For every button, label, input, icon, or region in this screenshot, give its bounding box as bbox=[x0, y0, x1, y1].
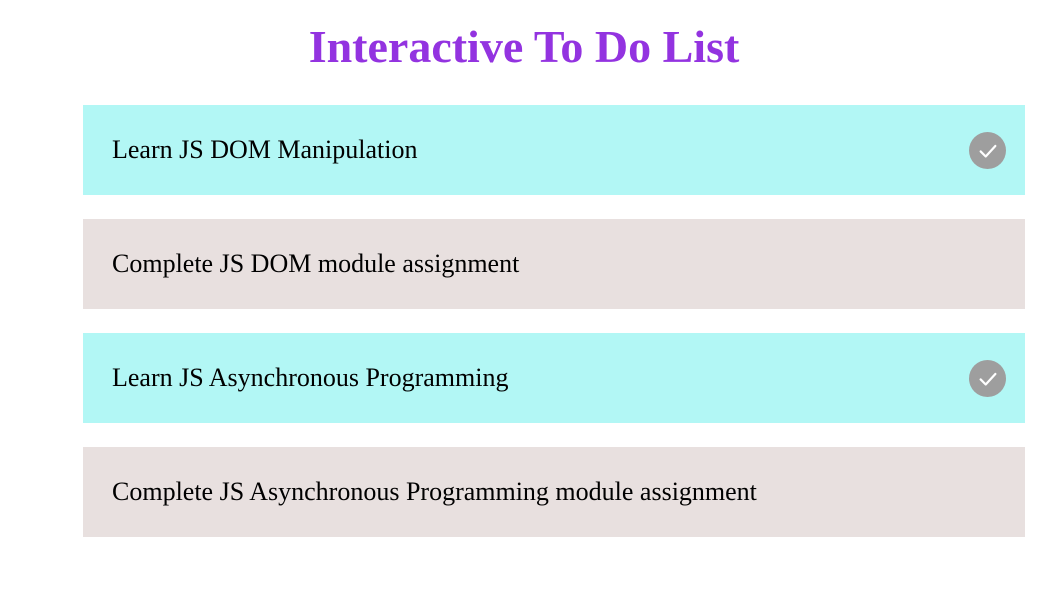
todo-text: Complete JS Asynchronous Programming mod… bbox=[112, 477, 757, 506]
todo-item[interactable]: Learn JS Asynchronous Programming bbox=[83, 333, 1025, 423]
todo-item[interactable]: Complete JS Asynchronous Programming mod… bbox=[83, 447, 1025, 537]
todo-item[interactable]: Complete JS DOM module assignment bbox=[83, 219, 1025, 309]
check-circle-icon bbox=[969, 132, 1006, 169]
check-circle-icon bbox=[969, 360, 1006, 397]
todo-item[interactable]: Learn JS DOM Manipulation bbox=[83, 105, 1025, 195]
todo-list: Learn JS DOM Manipulation Complete JS DO… bbox=[83, 105, 1025, 561]
todo-text: Complete JS DOM module assignment bbox=[112, 249, 520, 278]
todo-text: Learn JS Asynchronous Programming bbox=[112, 363, 509, 392]
todo-text: Learn JS DOM Manipulation bbox=[112, 135, 418, 164]
page-title: Interactive To Do List bbox=[308, 21, 740, 72]
